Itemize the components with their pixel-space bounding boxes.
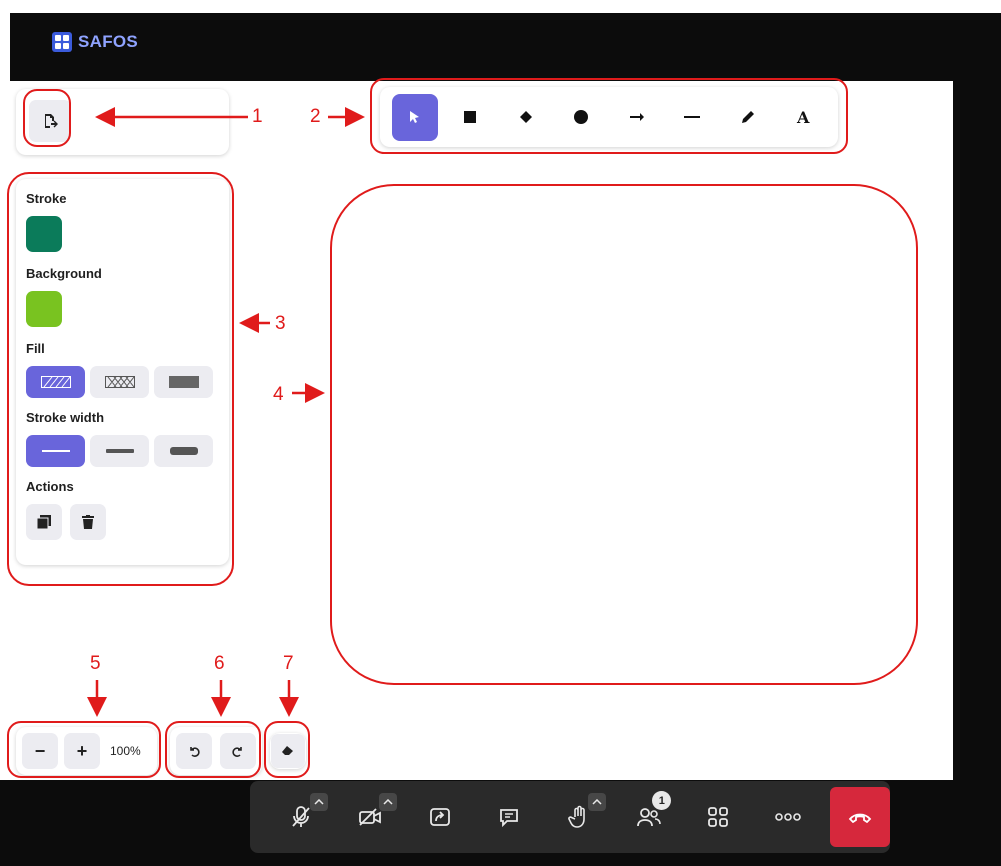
chat-icon — [500, 809, 519, 828]
annotation-arrows — [87, 107, 365, 717]
mic-off-icon — [292, 806, 310, 827]
reactions-options-button[interactable] — [587, 793, 606, 811]
call-controls-bar: 1 — [250, 781, 890, 853]
participants-icon — [636, 808, 661, 827]
more-dots-icon — [774, 813, 801, 821]
phone-hangup-icon — [848, 813, 872, 823]
chevron-up-icon — [314, 799, 324, 805]
camera-options-button[interactable] — [379, 793, 398, 811]
hangup-button[interactable] — [830, 787, 890, 847]
participants-count-badge: 1 — [652, 791, 672, 810]
camera-button[interactable] — [336, 787, 406, 847]
grid-icon — [708, 807, 728, 827]
participants-button[interactable]: 1 — [614, 787, 684, 847]
share-screen-button[interactable] — [405, 787, 475, 847]
camera-off-icon — [359, 808, 382, 826]
share-screen-icon — [429, 808, 450, 826]
chevron-up-icon — [592, 799, 602, 805]
chevron-up-icon — [383, 799, 393, 805]
microphone-button[interactable] — [266, 787, 336, 847]
tile-view-button[interactable] — [683, 787, 753, 847]
microphone-options-button[interactable] — [309, 793, 328, 811]
hand-icon — [568, 805, 585, 828]
more-options-button[interactable] — [753, 787, 823, 847]
raise-hand-button[interactable] — [544, 787, 614, 847]
chat-button[interactable] — [475, 787, 545, 847]
